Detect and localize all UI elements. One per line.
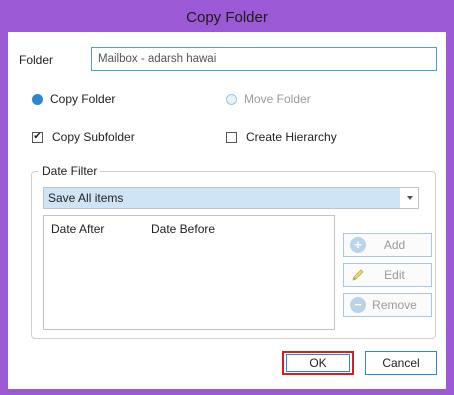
create-hierarchy-checkbox[interactable]: Create Hierarchy xyxy=(226,130,337,144)
dialog-body: Folder Mailbox - adarsh hawai Copy Folde… xyxy=(8,32,446,389)
add-button-label: Add xyxy=(383,238,406,252)
create-hierarchy-label: Create Hierarchy xyxy=(246,130,337,144)
column-header-date-before: Date Before xyxy=(151,222,216,236)
dropdown-selected-value: Save All items xyxy=(44,188,400,208)
move-folder-radio[interactable]: Move Folder xyxy=(226,92,311,106)
plus-icon: + xyxy=(350,237,366,253)
ok-button-label: OK xyxy=(309,356,327,370)
dialog-title: Copy Folder xyxy=(186,9,268,26)
radio-selected-icon xyxy=(32,93,43,105)
remove-button[interactable]: − Remove xyxy=(343,293,432,317)
folder-label: Folder xyxy=(19,53,54,67)
cancel-button[interactable]: Cancel xyxy=(365,351,437,375)
ok-button[interactable]: OK xyxy=(282,351,354,375)
ok-button-face: OK xyxy=(286,354,350,372)
empty-checkbox-icon xyxy=(226,131,237,143)
copy-subfolder-label: Copy Subfolder xyxy=(52,130,135,144)
minus-icon: − xyxy=(350,297,366,313)
cancel-button-label: Cancel xyxy=(382,356,420,370)
move-folder-label: Move Folder xyxy=(244,92,311,106)
checkmark-icon: ✔ xyxy=(32,131,43,143)
remove-button-label: Remove xyxy=(372,298,417,312)
date-filter-list[interactable]: Date After Date Before xyxy=(43,215,335,330)
copy-folder-dialog: Copy Folder Folder Mailbox - adarsh hawa… xyxy=(0,0,454,395)
column-header-date-after: Date After xyxy=(51,222,105,236)
edit-button-label: Edit xyxy=(384,268,405,282)
copy-folder-radio[interactable]: Copy Folder xyxy=(32,92,115,106)
folder-field[interactable]: Mailbox - adarsh hawai xyxy=(91,47,437,71)
pencil-icon xyxy=(350,267,366,283)
copy-folder-label: Copy Folder xyxy=(50,92,116,106)
date-filter-title: Date Filter xyxy=(39,164,101,178)
chevron-down-icon[interactable] xyxy=(407,196,413,200)
edit-button[interactable]: Edit xyxy=(343,263,432,287)
radio-unselected-icon xyxy=(226,93,237,105)
copy-subfolder-checkbox[interactable]: ✔ Copy Subfolder xyxy=(32,130,135,144)
date-filter-dropdown[interactable]: Save All items xyxy=(43,187,419,209)
add-button[interactable]: + Add xyxy=(343,233,432,257)
